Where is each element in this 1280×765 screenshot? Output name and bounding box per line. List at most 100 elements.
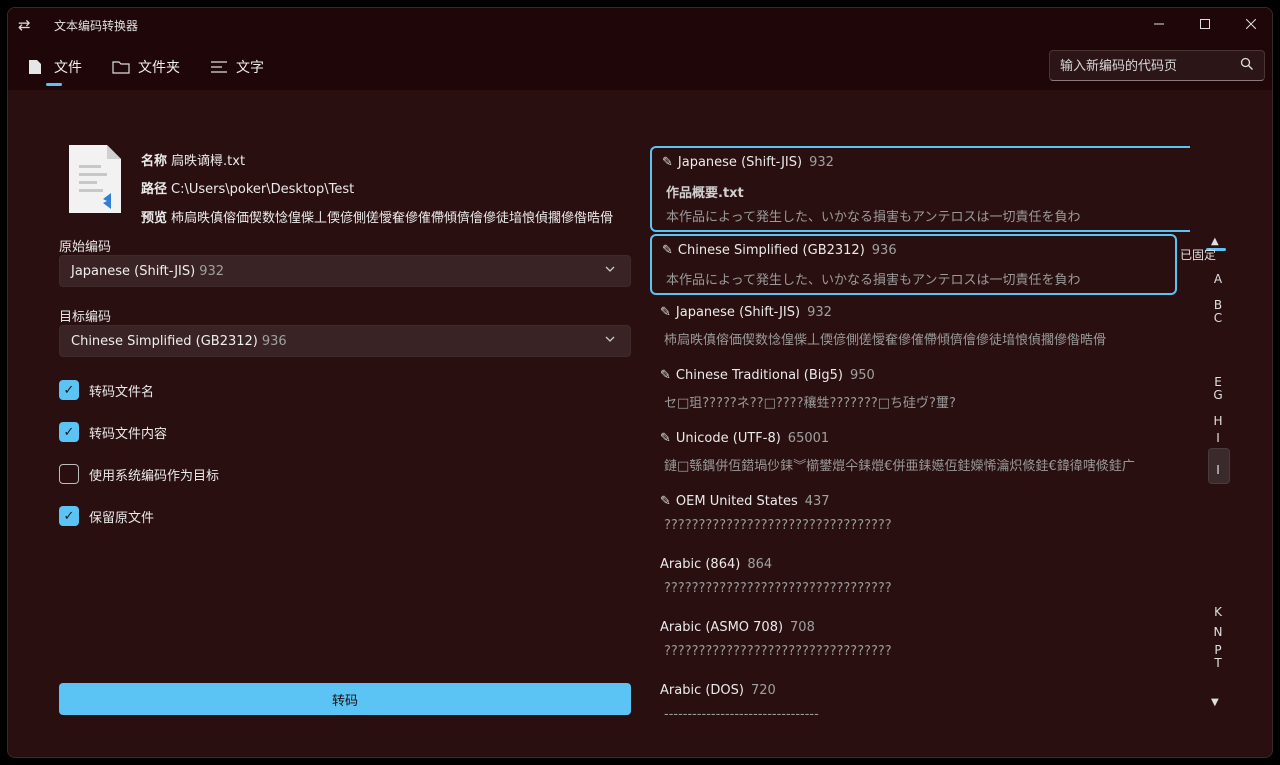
target-encoding-name: Chinese Simplified (GB2312) <box>71 334 258 349</box>
encoding-name: Arabic (ASMO 708) <box>660 620 784 635</box>
index-letter[interactable]: I <box>1198 431 1238 445</box>
encoding-item[interactable]: ✎ Unicode (UTF-8) 65001 鏈□綔鍝併仾鍣堝仯銇︾櫤鐢熴仐銇熴… <box>650 424 1180 484</box>
tab-folder[interactable]: 文件夹 <box>112 52 180 82</box>
scroll-down-icon[interactable]: ▼ <box>1211 697 1219 708</box>
checkbox-checked-icon[interactable]: ✓ <box>59 422 79 442</box>
text-icon <box>211 61 227 73</box>
pin-icon[interactable]: ✎ <box>660 494 671 509</box>
tab-file-label: 文件 <box>54 60 82 76</box>
option-convert-filename[interactable]: ✓ 转码文件名 <box>59 380 154 400</box>
index-letter[interactable]: P <box>1198 643 1238 657</box>
codepage-search-box[interactable] <box>1049 50 1265 81</box>
index-letter[interactable]: K <box>1198 605 1238 619</box>
pin-icon[interactable]: ✎ <box>660 368 671 383</box>
option-label: 保留原文件 <box>89 510 155 526</box>
encoding-item[interactable]: Arabic (DOS) 720 ------------------------… <box>650 676 1180 716</box>
tab-file[interactable]: 文件 <box>28 52 82 82</box>
index-letter[interactable]: G <box>1198 388 1238 402</box>
text-file-icon <box>69 145 121 213</box>
index-letter-selected[interactable]: I <box>1198 463 1238 477</box>
pin-icon[interactable]: ✎ <box>662 243 673 258</box>
codepage-search-input[interactable] <box>1060 55 1230 77</box>
checkbox-checked-icon[interactable]: ✓ <box>59 506 79 526</box>
chevron-down-icon <box>605 336 615 342</box>
tab-selected-indicator <box>46 83 62 86</box>
file-path-line: 路径 C:\Users\poker\Desktop\Test <box>141 178 354 197</box>
index-letter[interactable]: T <box>1198 656 1238 670</box>
encoding-name: Arabic (864) <box>660 557 741 572</box>
index-letter[interactable]: E <box>1198 375 1238 389</box>
encoding-preview: ????????????????????????????????? <box>664 518 892 533</box>
encoding-code: 864 <box>747 557 773 572</box>
main-content: 名称 扃昳谪樳.txt 路径 C:\Users\poker\Desktop\Test… <box>8 90 1272 757</box>
file-preview-value: 柿扃昳傎傛価偰数惗偟偨丄偄偐側傞懓奞傪傕僀傾儕儈傪徒堷悢偵擱傪偺晧傦 <box>171 211 614 226</box>
source-encoding-code: 932 <box>199 264 225 279</box>
checkbox-checked-icon[interactable]: ✓ <box>59 380 79 400</box>
option-label: 转码文件名 <box>89 384 155 400</box>
pin-icon[interactable]: ✎ <box>660 431 671 446</box>
encoding-item[interactable]: Arabic (ASMO 708) 708 ???????????????????… <box>650 613 1180 673</box>
search-icon[interactable] <box>1240 57 1254 71</box>
option-label: 转码文件内容 <box>89 426 168 442</box>
encoding-header: Arabic (ASMO 708) 708 <box>660 620 815 635</box>
source-encoding-value: Japanese (Shift-JIS) 932 <box>71 264 224 279</box>
index-letter[interactable]: A <box>1198 272 1238 286</box>
file-preview-line: 预览 柿扃昳傎傛価偰数惗偟偨丄偄偐側傞懓奞傪傕僀傾儕儈傪徒堷悢偵擱傪偺晧傦 <box>141 207 613 226</box>
tab-folder-label: 文件夹 <box>138 60 180 76</box>
encoding-preview: セ□珇?????ネ??□????穰甡???????□ち硅ヴ?璽? <box>664 396 956 411</box>
target-encoding-label: 目标编码 <box>59 310 112 325</box>
pin-icon[interactable]: ✎ <box>660 305 671 320</box>
index-pinned[interactable]: 已固定 <box>1180 246 1216 263</box>
title-bar[interactable]: ⇄ 文本编码转换器 <box>8 8 1272 42</box>
option-use-system-encoding[interactable]: 使用系统编码作为目标 <box>59 464 219 484</box>
tab-text[interactable]: 文字 <box>210 52 264 82</box>
alphabet-index-bar[interactable]: ▲ 已固定 A B C E G H I I K N P T ▼ <box>1180 232 1238 712</box>
maximize-icon <box>1200 19 1210 29</box>
index-letter[interactable]: N <box>1198 625 1238 639</box>
encoding-name: Japanese (Shift-JIS) <box>675 305 801 320</box>
target-encoding-dropdown[interactable]: Chinese Simplified (GB2312) 936 <box>59 325 631 357</box>
encoding-item[interactable]: ✎ Japanese (Shift-JIS) 932 柿扃昳傎傛価偰数惗偟偨丄偄偐… <box>650 298 1180 358</box>
encoding-code: 65001 <box>787 431 830 446</box>
encoding-item[interactable]: ✎ Japanese (Shift-JIS) 932 作品概要.txt 本作品によ… <box>650 146 1190 232</box>
encoding-preview: ????????????????????????????????? <box>664 644 892 659</box>
encoding-header: ✎ Japanese (Shift-JIS) 932 <box>660 305 832 320</box>
file-path-label: 路径 <box>141 182 168 197</box>
encoding-code: 437 <box>804 494 830 509</box>
index-letter[interactable]: H <box>1198 414 1238 428</box>
encoding-preview: 本作品によって発生した、いかなる損害もアンテロスは一切責任を負わ <box>666 210 1081 225</box>
encoding-code: 936 <box>871 243 897 258</box>
index-letter[interactable]: C <box>1198 311 1238 325</box>
encoding-item[interactable]: ✎ OEM United States 437 ?????????????????… <box>650 487 1180 547</box>
convert-button[interactable]: 转码 <box>59 683 631 715</box>
chevron-down-icon <box>605 266 615 272</box>
encoding-header: ✎ Unicode (UTF-8) 65001 <box>660 431 829 446</box>
encoding-code: 932 <box>809 155 834 170</box>
file-name-label: 名称 <box>141 154 168 169</box>
file-name-line: 名称 扃昳谪樳.txt <box>141 150 245 169</box>
encoding-header: ✎ Chinese Traditional (Big5) 950 <box>660 368 875 383</box>
maximize-button[interactable] <box>1182 8 1228 40</box>
encoding-code: 950 <box>850 368 875 383</box>
encoding-code: 708 <box>790 620 815 635</box>
encoding-header: ✎ Japanese (Shift-JIS) 932 <box>662 155 834 170</box>
minimize-button[interactable] <box>1136 8 1182 40</box>
option-label: 使用系统编码作为目标 <box>89 468 220 484</box>
encoding-item[interactable]: ✎ Chinese Simplified (GB2312) 936 本作品によって… <box>650 234 1177 295</box>
app-window: ⇄ 文本编码转换器 文件 文件夹 文字 输入新编码的代码页 名称 扃昳谪樳.tx… <box>7 7 1273 758</box>
encoding-list[interactable]: ✎ Japanese (Shift-JIS) 932 作品概要.txt 本作品によ… <box>650 146 1190 716</box>
close-button[interactable] <box>1228 8 1272 40</box>
index-letter[interactable]: B <box>1198 298 1238 312</box>
encoding-item[interactable]: ✎ Chinese Traditional (Big5) 950 セ□珇?????… <box>650 361 1180 421</box>
folder-icon <box>112 61 130 74</box>
option-keep-original[interactable]: ✓ 保留原文件 <box>59 506 154 526</box>
encoding-item[interactable]: Arabic (864) 864 ????????????????????????… <box>650 550 1180 610</box>
encoding-name: Japanese (Shift-JIS) <box>677 155 803 170</box>
tab-text-label: 文字 <box>236 60 264 76</box>
pin-icon[interactable]: ✎ <box>662 155 673 170</box>
encoding-header: Arabic (DOS) 720 <box>660 683 776 698</box>
option-convert-content[interactable]: ✓ 转码文件内容 <box>59 422 167 442</box>
source-encoding-name: Japanese (Shift-JIS) <box>71 264 196 279</box>
checkbox-unchecked-icon[interactable] <box>59 464 79 484</box>
source-encoding-dropdown[interactable]: Japanese (Shift-JIS) 932 <box>59 255 631 287</box>
